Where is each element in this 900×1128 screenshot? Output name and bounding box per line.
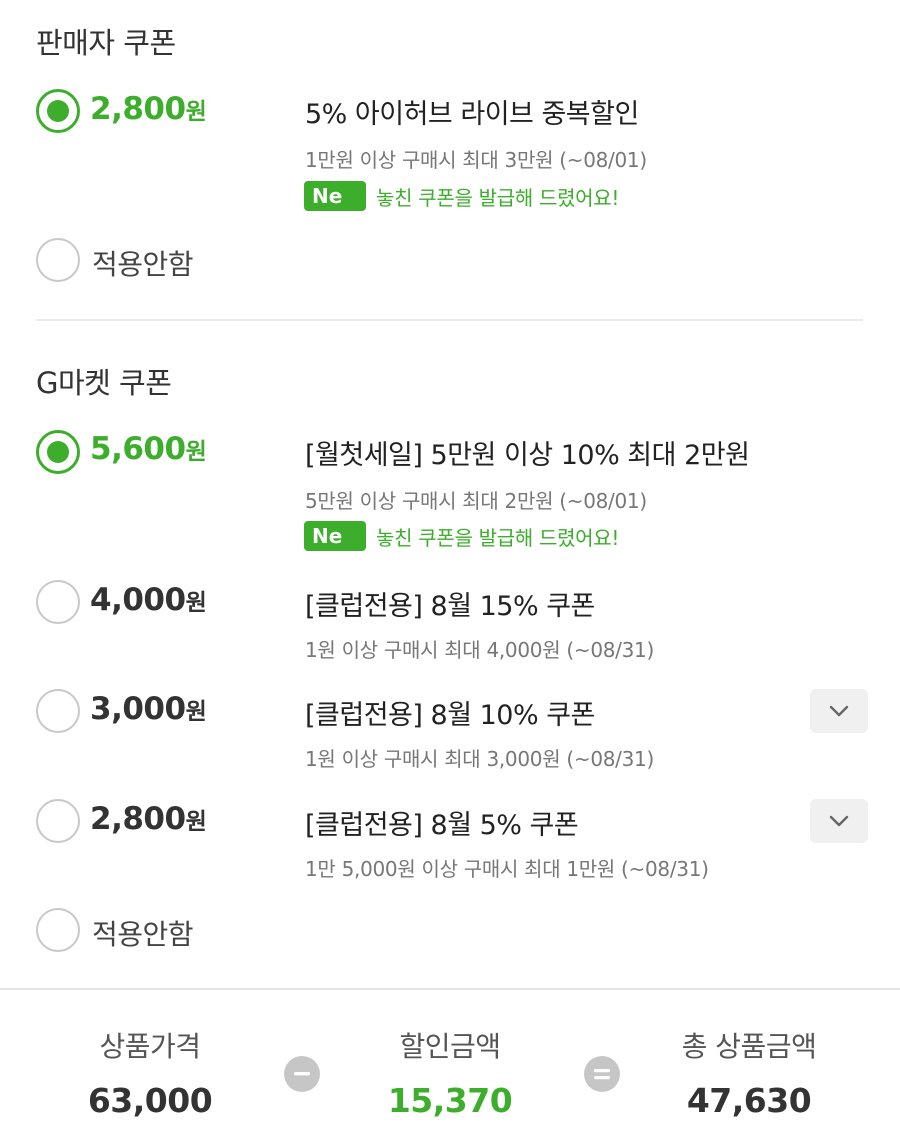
seller-coupon-amount-1: 2,800원 xyxy=(90,91,207,127)
gmarket-coupon-radio-2[interactable] xyxy=(36,580,80,624)
gmarket-coupon-name-2: [클럽전용] 8월 15% 쿠폰 xyxy=(305,591,595,622)
gmarket-coupon-condition-2: 1원 이상 구매시 최대 4,000원 (~08/31) xyxy=(305,638,654,662)
new-badge: Ne xyxy=(304,521,366,551)
gmarket-coupon-amount-3: 3,000원 xyxy=(90,691,207,727)
section-divider xyxy=(36,319,863,321)
equals-icon xyxy=(584,1056,620,1092)
notice-text: 놓친 쿠폰을 발급해 드렸어요! xyxy=(376,525,620,550)
seller-coupon-title: 판매자 쿠폰 xyxy=(36,26,176,60)
gmarket-coupon-amount-2: 4,000원 xyxy=(90,582,207,618)
product-price-value: 63,000 xyxy=(87,1081,213,1120)
gmarket-coupon-radio-4[interactable] xyxy=(36,799,80,843)
gmarket-coupon-name-4: [클럽전용] 8월 5% 쿠폰 xyxy=(305,810,579,841)
gmarket-coupon-condition-3: 1원 이상 구매시 최대 3,000원 (~08/31) xyxy=(305,747,654,771)
gmarket-coupon-amount-1: 5,600원 xyxy=(90,431,207,467)
seller-coupon-radio-none[interactable] xyxy=(36,238,80,282)
total-label: 총 상품금액 xyxy=(681,1030,817,1063)
seller-coupon-none-label: 적용안함 xyxy=(92,248,194,281)
total-summary: 총 상품금액 47,630 xyxy=(629,1025,869,1120)
gmarket-coupon-amount-4: 2,800원 xyxy=(90,801,207,837)
chevron-down-icon xyxy=(829,815,849,827)
gmarket-coupon-name-1: [월첫세일] 5만원 이상 10% 최대 2만원 xyxy=(305,440,750,471)
gmarket-coupon-radio-none[interactable] xyxy=(36,908,80,952)
gmarket-coupon-condition-4: 1만 5,000원 이상 구매시 최대 1만원 (~08/31) xyxy=(305,857,709,881)
gmarket-coupon-title: G마켓 쿠폰 xyxy=(36,366,172,400)
new-badge: Ne xyxy=(304,181,366,211)
summary-divider xyxy=(0,988,900,990)
seller-coupon-name-1: 5% 아이허브 라이브 중복할인 xyxy=(305,99,639,130)
seller-coupon-condition-1: 1만원 이상 구매시 최대 3만원 (~08/01) xyxy=(305,148,647,172)
expand-coupon-3-button[interactable] xyxy=(810,689,868,733)
product-price-label: 상품가격 xyxy=(99,1030,201,1063)
gmarket-coupon-radio-1[interactable] xyxy=(36,430,80,474)
gmarket-coupon-none-label: 적용안함 xyxy=(92,918,194,951)
product-price-summary: 상품가격 63,000 xyxy=(30,1025,270,1120)
notice-text: 놓친 쿠폰을 발급해 드렸어요! xyxy=(376,185,620,210)
minus-icon xyxy=(284,1056,320,1092)
seller-coupon-notice-1: Ne 놓친 쿠폰을 발급해 드렸어요! xyxy=(304,180,619,212)
seller-coupon-radio-1[interactable] xyxy=(36,89,80,133)
gmarket-coupon-name-3: [클럽전용] 8월 10% 쿠폰 xyxy=(305,700,595,731)
expand-coupon-4-button[interactable] xyxy=(810,799,868,843)
gmarket-coupon-radio-3[interactable] xyxy=(36,689,80,733)
gmarket-coupon-condition-1: 5만원 이상 구매시 최대 2만원 (~08/01) xyxy=(305,489,647,513)
total-value: 47,630 xyxy=(686,1081,812,1120)
discount-value: 15,370 xyxy=(387,1081,513,1120)
gmarket-coupon-notice-1: Ne 놓친 쿠폰을 발급해 드렸어요! xyxy=(304,520,619,552)
discount-summary: 할인금액 15,370 xyxy=(330,1025,570,1120)
discount-label: 할인금액 xyxy=(399,1030,501,1063)
chevron-down-icon xyxy=(829,705,849,717)
